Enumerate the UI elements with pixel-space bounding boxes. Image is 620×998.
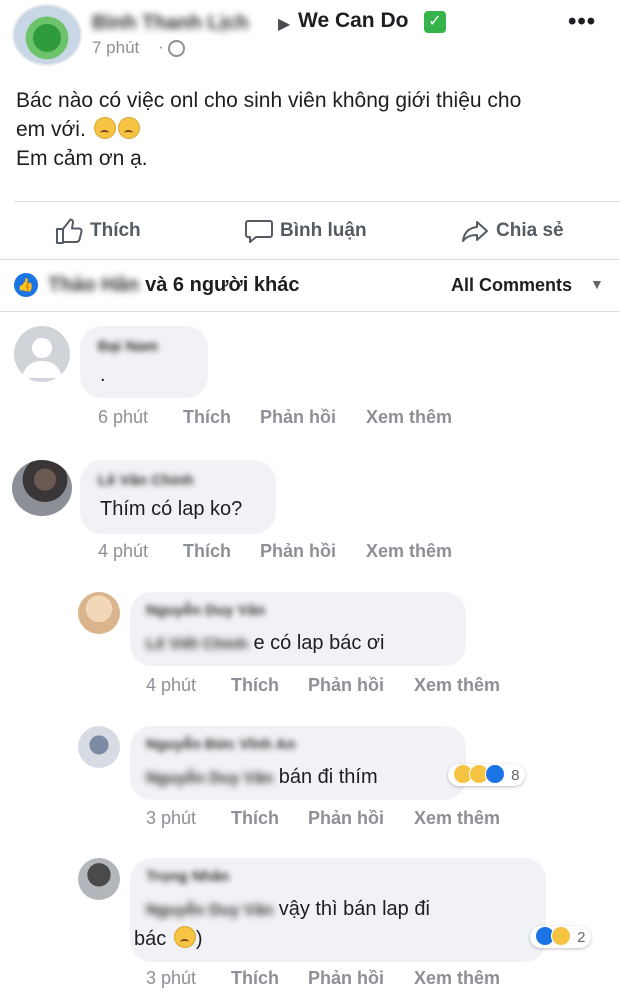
- comment-like-link[interactable]: Thích: [231, 675, 279, 696]
- mention-link[interactable]: Nguyễn Duy Văn: [146, 770, 273, 788]
- caret-down-icon[interactable]: ▼: [590, 276, 604, 292]
- mention-link[interactable]: Nguyễn Duy Văn: [146, 902, 273, 920]
- comment-more-link[interactable]: Xem thêm: [366, 541, 452, 562]
- like-reaction-icon: 👍: [14, 273, 38, 297]
- avatar[interactable]: [78, 592, 120, 634]
- commenter-name[interactable]: Đại Nam: [98, 338, 158, 355]
- author-name[interactable]: Bình Thanh Lịch: [92, 12, 249, 35]
- share-label: Chia sẻ: [496, 220, 564, 241]
- comment-time[interactable]: 6 phút: [98, 407, 148, 428]
- likers-summary[interactable]: Thảo Hân và 6 người khác: [48, 274, 299, 297]
- group-name[interactable]: We Can Do: [298, 9, 408, 33]
- comment-more-link[interactable]: Xem thêm: [414, 808, 500, 829]
- dot-separator: ·: [158, 37, 164, 56]
- reaction-summary[interactable]: 8: [448, 764, 525, 786]
- comment-time[interactable]: 4 phút: [98, 541, 148, 562]
- liker-name: Thảo Hân: [48, 274, 140, 296]
- reaction-count: 8: [511, 767, 520, 784]
- avatar[interactable]: [14, 326, 70, 382]
- comment-time[interactable]: 3 phút: [146, 968, 196, 989]
- share-icon: [462, 220, 488, 242]
- comment-bubble: Đại Nam .: [80, 326, 208, 398]
- share-button[interactable]: Chia sẻ: [460, 214, 564, 248]
- comment-text-line-2: bác ): [134, 926, 203, 950]
- avatar[interactable]: [78, 858, 120, 900]
- comment-more-link[interactable]: Xem thêm: [414, 675, 500, 696]
- comment-text: Lê Viết Chinh e có lap bác ơi: [146, 632, 385, 654]
- comment-icon: [245, 219, 273, 243]
- sad-emoji-icon: [117, 117, 140, 139]
- default-avatar-icon: [22, 338, 62, 378]
- divider: [0, 259, 620, 260]
- mention-link[interactable]: Lê Viết Chinh: [146, 636, 248, 654]
- commenter-name[interactable]: Nguyễn Duy Văn: [146, 602, 265, 619]
- group-avatar[interactable]: [12, 4, 82, 66]
- comment-meta: 4 phút Thích Phản hồi Xem thêm: [98, 541, 498, 565]
- comment-text: Nguyễn Duy Văn bán đi thím: [146, 766, 378, 788]
- comment-like-link[interactable]: Thích: [231, 968, 279, 989]
- like-button[interactable]: Thích: [54, 214, 141, 248]
- comment-label: Bình luận: [280, 220, 367, 241]
- comment-meta: 3 phút Thích Phản hồi Xem thêm: [146, 968, 546, 992]
- comment-bubble: Nguyễn Duy Văn Lê Viết Chinh e có lap bá…: [130, 592, 466, 666]
- post-time[interactable]: 7 phút: [92, 38, 139, 58]
- comment-like-link[interactable]: Thích: [183, 407, 231, 428]
- comment-bubble: Lê Văn Chinh Thím có lap ko?: [80, 460, 276, 534]
- avatar[interactable]: [12, 460, 72, 516]
- smile-emoji-icon: [173, 926, 196, 948]
- sad-emoji-icon: [93, 117, 116, 139]
- post-line-2: em với.: [16, 115, 596, 144]
- comment-more-link[interactable]: Xem thêm: [414, 968, 500, 989]
- post-line-3: Em cảm ơn ạ.: [16, 147, 148, 170]
- likers-text: và 6 người khác: [145, 274, 300, 296]
- divider: [14, 201, 620, 202]
- commenter-name[interactable]: Trọng Nhân: [146, 868, 229, 885]
- comment-time[interactable]: 3 phút: [146, 808, 196, 829]
- comment-like-link[interactable]: Thích: [183, 541, 231, 562]
- comment-text: Nguyễn Duy Văn vậy thì bán lap đi: [146, 898, 430, 920]
- comment-reply-link[interactable]: Phản hồi: [308, 808, 384, 829]
- commenter-name[interactable]: Lê Văn Chinh: [98, 472, 194, 489]
- comment-like-link[interactable]: Thích: [231, 808, 279, 829]
- more-options-icon[interactable]: •••: [568, 8, 596, 36]
- comment-reply-link[interactable]: Phản hồi: [260, 407, 336, 428]
- comment-reply-link[interactable]: Phản hồi: [308, 968, 384, 989]
- like-label: Thích: [90, 220, 141, 241]
- comment-text: Thím có lap ko?: [100, 498, 243, 520]
- comment-reply-link[interactable]: Phản hồi: [308, 675, 384, 696]
- checkmark-icon: ✓: [424, 11, 446, 33]
- comment-meta: 4 phút Thích Phản hồi Xem thêm: [146, 675, 546, 699]
- thumbs-up-icon: [56, 218, 83, 244]
- reaction-summary[interactable]: 2: [530, 926, 591, 948]
- commenter-name[interactable]: Nguyễn Đức Vĩnh An: [146, 736, 295, 753]
- divider: [0, 311, 620, 312]
- right-arrow-icon: ▶: [278, 16, 291, 33]
- like-reaction-icon: [485, 764, 505, 784]
- sad-reaction-icon: [551, 926, 571, 946]
- post-line-1: Bác nào có việc onl cho sinh viên không …: [16, 89, 522, 112]
- comment-meta: 6 phút Thích Phản hồi Xem thêm: [98, 407, 498, 431]
- comment-filter-dropdown[interactable]: All Comments: [451, 275, 572, 296]
- comment-time[interactable]: 4 phút: [146, 675, 196, 696]
- comment-bubble: Nguyễn Đức Vĩnh An Nguyễn Duy Văn bán đi…: [130, 726, 466, 800]
- post-body: Bác nào có việc onl cho sinh viên không …: [16, 86, 596, 173]
- comment-meta: 3 phút Thích Phản hồi Xem thêm: [146, 808, 546, 832]
- comment-bubble: Trọng Nhân Nguyễn Duy Văn vậy thì bán la…: [130, 858, 546, 962]
- comment-reply-link[interactable]: Phản hồi: [260, 541, 336, 562]
- comment-button[interactable]: Bình luận: [244, 214, 367, 248]
- comment-more-link[interactable]: Xem thêm: [366, 407, 452, 428]
- reaction-count: 2: [577, 929, 586, 946]
- avatar[interactable]: [78, 726, 120, 768]
- comment-text: .: [100, 364, 106, 386]
- globe-icon: [168, 40, 185, 57]
